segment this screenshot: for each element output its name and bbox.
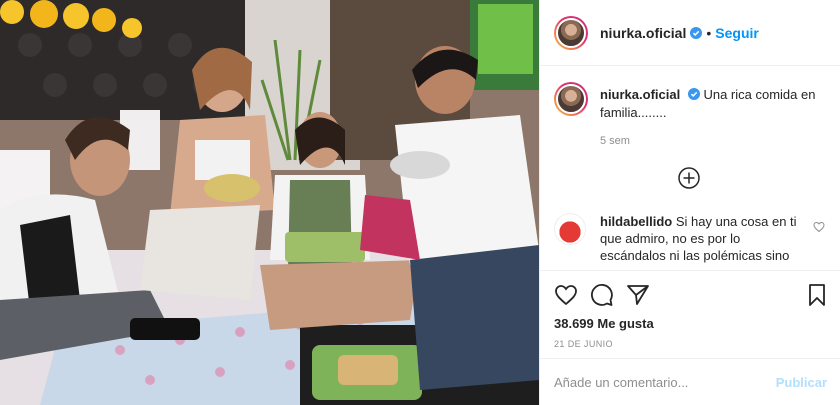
verified-badge-icon [687,88,700,100]
caption-time[interactable]: 5 sem [600,132,827,150]
commenter-username[interactable]: hildabellido [600,214,672,229]
post-sidebar: niurka.oficial • Seguir niurka.oficial U… [539,0,840,405]
comment-item: hildabellido Si hay una cosa en ti que a… [554,213,829,264]
post-actions-section: 38.699 Me gusta 21 DE JUNIO [540,270,840,360]
author-avatar[interactable] [554,15,588,50]
separator-dot: • [706,24,712,41]
post-photo[interactable] [0,0,539,405]
comment-bubble-icon[interactable] [590,283,614,307]
action-bar [554,283,829,309]
likes-count[interactable]: 38.699 Me gusta [554,316,654,331]
post-caption: niurka.oficial Una rica comida en famili… [554,82,827,150]
caption-body: niurka.oficial Una rica comida en famili… [600,86,827,150]
post-date[interactable]: 21 DE JUNIO [554,339,613,349]
post-header: niurka.oficial • Seguir [540,0,840,66]
heart-icon[interactable] [554,283,578,307]
heart-small-icon[interactable] [813,221,825,233]
commenter-avatar[interactable] [554,213,586,245]
add-comment-bar: Publicar [540,358,840,405]
paper-plane-icon[interactable] [626,283,650,307]
caption-username[interactable]: niurka.oficial [600,87,680,102]
comment-body: hildabellido Si hay una cosa en ti que a… [600,213,800,264]
author-username[interactable]: niurka.oficial [600,25,686,41]
post-photo-illustration [0,0,539,405]
instagram-post: niurka.oficial • Seguir niurka.oficial U… [0,0,840,405]
comments-area: niurka.oficial Una rica comida en famili… [540,66,840,270]
publish-button[interactable]: Publicar [776,375,827,390]
bookmark-icon[interactable] [805,283,829,307]
verified-badge-icon [690,26,703,39]
follow-button[interactable]: Seguir [715,25,759,41]
plus-circle-icon[interactable] [677,166,701,190]
comment-input[interactable] [554,374,774,390]
caption-author-avatar[interactable] [554,82,588,116]
